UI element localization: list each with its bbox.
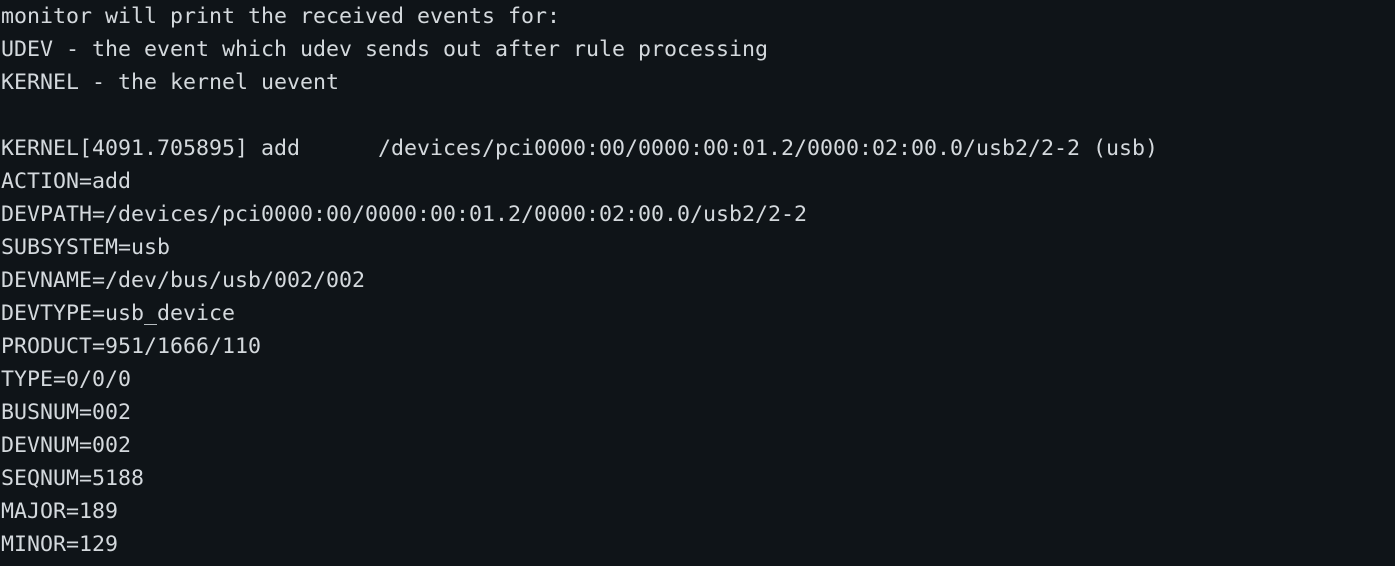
terminal-line-devpath: DEVPATH=/devices/pci0000:00/0000:00:01.2…	[1, 202, 808, 227]
terminal-line-devtype: DEVTYPE=usb_device	[1, 301, 236, 326]
terminal-line-kernel-event: KERNEL[4091.705895] add /devices/pci0000…	[1, 136, 1159, 161]
terminal-line-type: TYPE=0/0/0	[1, 367, 132, 392]
terminal-line-seqnum: SEQNUM=5188	[1, 466, 145, 491]
terminal-line-subsystem: SUBSYSTEM=usb	[1, 235, 171, 260]
terminal-line-busnum: BUSNUM=002	[1, 400, 132, 425]
terminal-line-monitor-intro: monitor will print the received events f…	[1, 4, 561, 29]
terminal-line-minor: MINOR=129	[1, 532, 119, 557]
terminal-line-major: MAJOR=189	[1, 499, 119, 524]
terminal-line-product: PRODUCT=951/1666/110	[1, 334, 262, 359]
terminal-line-devnum: DEVNUM=002	[1, 433, 132, 458]
terminal-line-action: ACTION=add	[1, 169, 132, 194]
terminal-line-devname: DEVNAME=/dev/bus/usb/002/002	[1, 268, 366, 293]
terminal-line-udev-description: UDEV - the event which udev sends out af…	[1, 37, 769, 62]
terminal-line-kernel-description: KERNEL - the kernel uevent	[1, 70, 340, 95]
terminal-output[interactable]: monitor will print the received events f…	[0, 0, 1395, 566]
